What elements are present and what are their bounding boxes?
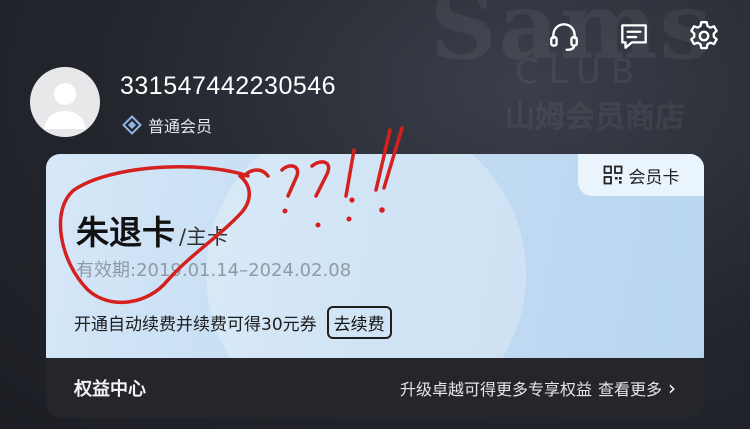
card-validity: 有效期:2019.01.14–2024.02.08 [76,260,352,281]
top-toolbar [546,18,722,54]
member-level-badge: 普通会员 [122,113,212,137]
upgrade-text: 升级卓越可得更多专享权益 [399,380,592,399]
membership-card[interactable]: 会员卡 朱退卡/主卡 有效期:2019.01.14–2024.02.08 开通自… [46,154,704,370]
promo-text: 开通自动续费并续费可得30元券 [74,315,317,335]
chevron-right-icon: › [668,376,676,400]
renew-button[interactable]: 去续费 [326,306,392,339]
gear-icon[interactable] [686,18,722,54]
view-more-link[interactable]: 升级卓越可得更多专享权益 查看更多 › [400,376,676,400]
card-name: 朱退卡 [76,213,175,252]
avatar[interactable] [30,67,100,137]
diamond-icon [122,115,142,135]
qr-code-icon [603,165,622,185]
message-icon[interactable] [616,18,652,54]
card-role: /主卡 [179,225,229,249]
benefits-bar[interactable]: 权益中心 升级卓越可得更多专享权益 查看更多 › [46,358,704,418]
headset-icon[interactable] [546,18,582,54]
view-more-label: 查看更多 [597,380,662,399]
renewal-promo: 开通自动续费并续费可得30元券 去续费 [74,306,392,339]
member-level-label: 普通会员 [148,117,213,136]
member-card-button[interactable]: 会员卡 [578,154,704,196]
benefits-center-title: 权益中心 [74,379,146,400]
member-card-label: 会员卡 [628,167,680,188]
user-id: 331547442230546 [120,72,337,100]
card-title: 朱退卡/主卡 [76,206,228,254]
